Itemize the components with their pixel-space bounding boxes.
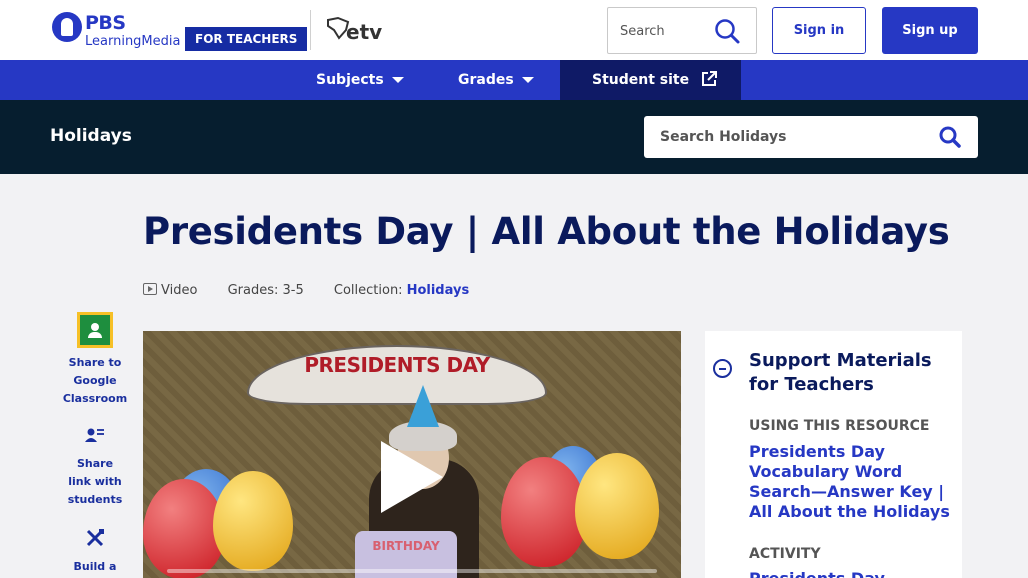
share-link-students-label: Share link with students xyxy=(67,457,123,506)
pencil-ruler-icon xyxy=(86,529,104,547)
pbs-head-icon xyxy=(52,12,82,42)
cake-text: BIRTHDAY xyxy=(372,539,440,553)
nav-subjects-label: Subjects xyxy=(316,72,384,88)
site-search-input[interactable] xyxy=(620,20,710,42)
logo-brand: PBS xyxy=(85,12,126,34)
build-lesson-label: Build a xyxy=(73,560,117,573)
share-link-students[interactable]: Share link with students xyxy=(56,427,134,509)
for-teachers-badge: FOR TEACHERS xyxy=(185,27,308,51)
video-icon xyxy=(143,283,157,295)
etv-logo[interactable]: etv xyxy=(326,16,382,44)
build-lesson[interactable]: Build a xyxy=(56,528,134,576)
nav-subjects[interactable]: Subjects xyxy=(316,60,404,100)
search-icon[interactable] xyxy=(712,16,744,48)
nav-student-site-label: Student site xyxy=(592,72,690,88)
pbs-learningmedia-logo[interactable]: PBS LearningMedia xyxy=(52,12,180,50)
play-icon[interactable] xyxy=(381,441,443,513)
share-google-classroom-label: Share to Google Classroom xyxy=(62,356,128,405)
video-banner-text: PRESIDENTS DAY xyxy=(304,353,490,377)
google-classroom-icon xyxy=(77,312,113,348)
nav-grades[interactable]: Grades xyxy=(458,60,534,100)
balloon-yellow-left xyxy=(213,471,293,571)
resource-type-label: Video xyxy=(161,283,198,298)
section-activity: ACTIVITY xyxy=(749,546,821,562)
video-player[interactable]: PRESIDENTS DAY BIRTHDAY xyxy=(143,331,681,578)
nav-grades-label: Grades xyxy=(458,72,514,88)
link-activity[interactable]: Presidents Day xyxy=(749,569,959,578)
collection-band: Holidays xyxy=(0,100,1028,174)
video-progress-bar[interactable] xyxy=(167,569,657,573)
resource-meta: Video Grades: 3-5 Collection: Holidays xyxy=(143,283,495,298)
resource-grades: Grades: 3-5 xyxy=(227,283,304,298)
chevron-down-icon xyxy=(521,77,534,83)
support-materials-panel: Support Materials for Teachers USING THI… xyxy=(705,331,962,578)
resource-type: Video xyxy=(143,283,197,298)
logo-subtitle: LearningMedia xyxy=(85,34,181,49)
search-icon[interactable] xyxy=(938,125,962,149)
site-search xyxy=(607,7,757,54)
header-divider xyxy=(310,10,311,50)
chevron-down-icon xyxy=(391,77,404,83)
link-word-search-answer-key[interactable]: Presidents Day Vocabulary Word Search—An… xyxy=(749,442,959,522)
sign-up-button[interactable]: Sign up xyxy=(882,7,978,54)
section-using-resource: USING THIS RESOURCE xyxy=(749,418,930,434)
sign-in-button[interactable]: Sign in xyxy=(772,7,866,54)
collection-label: Collection: xyxy=(333,283,403,298)
external-link-icon xyxy=(702,70,717,86)
resource-collection: Collection: Holidays xyxy=(334,283,469,298)
balloon-yellow-right xyxy=(575,453,659,559)
collection-link[interactable]: Holidays xyxy=(407,283,470,298)
collection-search xyxy=(644,116,978,158)
nav-student-site[interactable]: Student site xyxy=(560,60,741,100)
support-materials-title[interactable]: Support Materials for Teachers xyxy=(749,349,959,397)
share-google-classroom[interactable]: Share to Google Classroom xyxy=(56,312,134,408)
etv-text: etv xyxy=(346,20,383,44)
collection-title[interactable]: Holidays xyxy=(50,126,132,146)
main-nav: Subjects Grades Student site xyxy=(0,60,1028,100)
site-header: PBS LearningMedia FOR TEACHERS etv Sign … xyxy=(0,0,1028,60)
collapse-icon[interactable] xyxy=(713,359,732,378)
share-link-icon xyxy=(85,428,104,442)
collection-search-input[interactable] xyxy=(660,126,930,148)
page-title: Presidents Day | All About the Holidays xyxy=(143,210,950,253)
